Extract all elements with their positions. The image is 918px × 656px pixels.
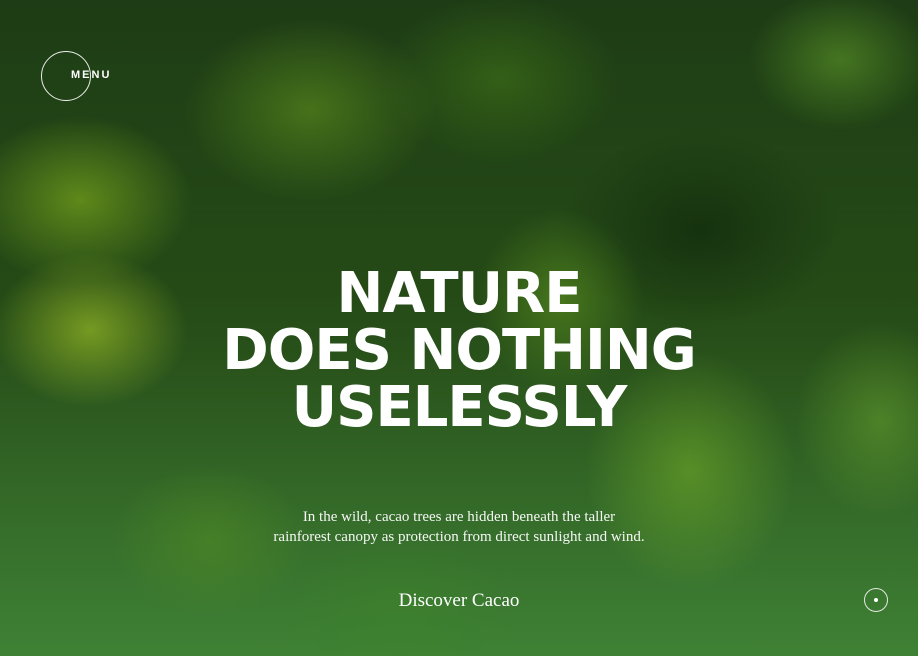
discover-cacao-link[interactable]: Discover Cacao [399, 590, 520, 611]
menu-button[interactable]: MENU [41, 51, 109, 101]
scroll-down-dot-icon [874, 598, 878, 602]
discover-cacao-link-wrapper: Discover Cacao [0, 590, 918, 612]
menu-label: MENU [71, 69, 112, 81]
headline-line: USELESSLY [291, 375, 628, 440]
scroll-down-button[interactable] [864, 588, 888, 612]
hero-section: MENU NATURE DOES NOTHING USELESSLY In th… [0, 0, 918, 656]
description-line: rainforest canopy as protection from dir… [273, 529, 645, 545]
headline-line: NATURE [336, 261, 583, 326]
description-line: In the wild, cacao trees are hidden bene… [302, 509, 616, 525]
hero-headline: NATURE DOES NOTHING USELESSLY [0, 265, 918, 436]
headline-line: DOES NOTHING [222, 318, 696, 383]
hero-description: In the wild, cacao trees are hidden bene… [0, 507, 918, 547]
